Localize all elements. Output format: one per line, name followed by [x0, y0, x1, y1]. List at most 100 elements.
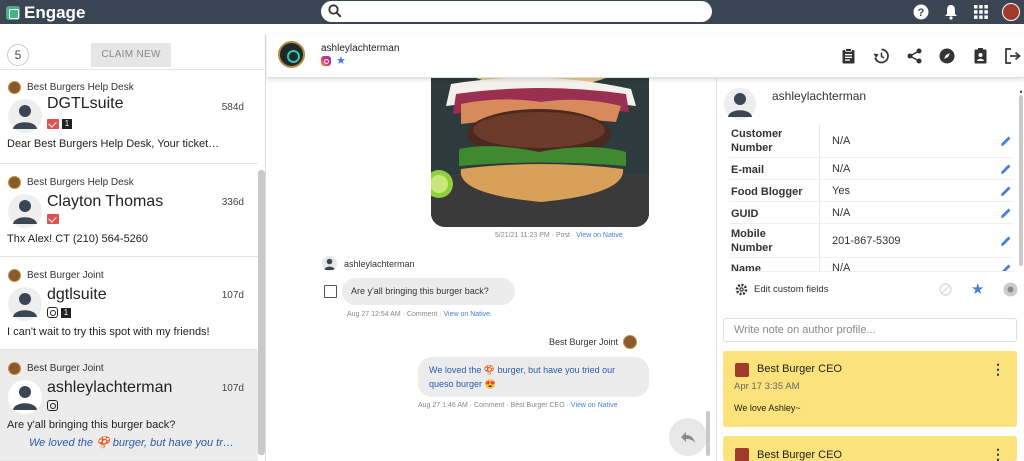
- person-avatar-icon: [8, 194, 42, 228]
- edit-pencil-icon[interactable]: [1000, 263, 1012, 272]
- post-meta: 5/21/21 11:23 PM · Post · View on Native: [495, 232, 623, 239]
- search-input[interactable]: [321, 1, 712, 22]
- post-meta-text: 5/21/21 11:23 PM · Post ·: [495, 232, 577, 239]
- profile-field-email: E-mail N/A: [729, 158, 1014, 180]
- clipboard-icon[interactable]: [839, 47, 857, 65]
- note-more-icon[interactable]: ⋮: [991, 361, 1005, 378]
- profile-settings-avatar-icon[interactable]: [1003, 282, 1018, 297]
- conversation-name: dgtlsuite: [47, 286, 107, 303]
- field-label: Mobile Number: [731, 228, 773, 254]
- brand-logo-icon: [8, 362, 21, 375]
- compass-icon[interactable]: [938, 47, 956, 65]
- note-author: Best Burger CEO: [757, 363, 842, 375]
- conversation-preview: Thx Alex! CT (210) 564-5260: [7, 233, 149, 245]
- history-icon[interactable]: [872, 47, 890, 65]
- author-avatar[interactable]: [278, 41, 305, 68]
- brand-name: Best Burger Joint: [27, 363, 104, 374]
- person-avatar-icon: [8, 380, 42, 414]
- select-comment-checkbox[interactable]: [324, 285, 337, 298]
- notifications-bell-icon[interactable]: [942, 3, 960, 21]
- conversation-item[interactable]: Best Burger Joint dgtlsuite 107d 1 I can…: [0, 257, 258, 350]
- comment-meta-text: Aug 27 12:54 AM · Comment ·: [347, 311, 444, 318]
- reply-arrow-icon: [681, 432, 695, 443]
- field-value: N/A: [832, 135, 851, 147]
- thread-scrollbar[interactable]: [706, 411, 710, 456]
- reply-meta: Aug 27 1:46 AM · Comment · Best Burger C…: [418, 402, 617, 409]
- author-name[interactable]: ashleylachterman: [321, 43, 399, 54]
- help-icon[interactable]: ?: [912, 3, 930, 21]
- edit-pencil-icon[interactable]: [1000, 235, 1012, 247]
- edit-custom-fields-label: Edit custom fields: [754, 284, 829, 295]
- comment-author-name: ashleylachterman: [344, 258, 415, 269]
- conversation-age: 107d: [221, 383, 244, 394]
- queue-count-badge: 5: [7, 44, 29, 66]
- author-note-input[interactable]: Write note on author profile...: [723, 318, 1017, 342]
- block-icon[interactable]: [939, 283, 952, 296]
- engage-logo-icon: [6, 6, 20, 20]
- instagram-icon: [47, 400, 58, 411]
- conversation-item[interactable]: Best Burgers Help Desk Clayton Thomas 33…: [0, 164, 258, 257]
- brand-logo-icon: [8, 269, 21, 282]
- edit-pencil-icon[interactable]: [1000, 135, 1012, 147]
- edit-pencil-icon[interactable]: [1000, 207, 1012, 219]
- conversation-preview: Dear Best Burgers Help Desk, Your ticket…: [7, 138, 220, 150]
- person-avatar-icon: [322, 256, 337, 271]
- note-author-avatar: [735, 448, 749, 461]
- share-icon[interactable]: [905, 47, 923, 65]
- apps-grid-icon[interactable]: [972, 3, 990, 21]
- brand-row: Best Burger Joint: [8, 269, 104, 282]
- field-value: N/A: [832, 163, 851, 175]
- profile-field-customer-number: Customer Number N/A: [729, 124, 1014, 158]
- note-author-avatar: [735, 363, 749, 377]
- reply-brand-name: Best Burger Joint: [549, 337, 619, 347]
- conversation-item[interactable]: Best Burgers Help Desk DGTLsuite 584d 1 …: [0, 71, 258, 164]
- reply-bubble: We loved the 🍄 burger, but have you trie…: [418, 357, 649, 397]
- conversation-age: 336d: [221, 197, 244, 208]
- conversation-name: Clayton Thomas: [47, 193, 164, 210]
- profile-field-food-blogger: Food Blogger Yes: [729, 180, 1014, 202]
- reply-button[interactable]: [669, 418, 707, 456]
- comment-meta: Aug 27 12:54 AM · Comment · View on Nati…: [347, 311, 490, 318]
- field-value: 201-867-5309: [832, 235, 901, 247]
- contact-card-icon[interactable]: [971, 47, 989, 65]
- message-count-badge: 1: [62, 119, 72, 129]
- search-icon: [328, 4, 342, 18]
- profile-scrollbar[interactable]: [1019, 96, 1023, 266]
- person-avatar-icon: [724, 88, 756, 120]
- instagram-icon: [321, 56, 331, 66]
- message-count-badge: 1: [61, 307, 71, 318]
- brand-logo-icon: [8, 176, 21, 189]
- gear-icon: [735, 283, 748, 296]
- note-text: We love Ashley~: [734, 403, 801, 413]
- post-view-native-link[interactable]: View on Native: [576, 232, 623, 239]
- brand-logo-icon: [623, 335, 638, 349]
- instagram-icon: [47, 307, 58, 318]
- app-name: Engage: [24, 3, 86, 22]
- star-icon: ★: [336, 55, 346, 67]
- conversation-queue: 5 CLAIM NEW Best Burgers Help Desk DGTLs…: [0, 34, 266, 461]
- edit-pencil-icon[interactable]: [1000, 163, 1012, 175]
- brand-name: Best Burgers Help Desk: [27, 177, 134, 188]
- brand-row: Best Burgers Help Desk: [8, 81, 134, 94]
- reply-view-native-link[interactable]: View on Native: [571, 402, 618, 409]
- app-logo[interactable]: Engage: [6, 3, 85, 23]
- exit-icon[interactable]: [1004, 47, 1022, 65]
- conversation-age: 584d: [221, 102, 244, 113]
- conversation-preview: I can't wait to try this spot with my fr…: [7, 326, 210, 338]
- edit-custom-fields-button[interactable]: Edit custom fields: [735, 283, 828, 296]
- comment-author-row: ashleylachterman: [322, 256, 415, 271]
- svg-text:?: ?: [918, 7, 925, 19]
- claim-new-button[interactable]: CLAIM NEW: [91, 43, 171, 67]
- profile-field-guid: GUID N/A: [729, 202, 1014, 224]
- user-avatar[interactable]: [1002, 3, 1020, 21]
- comment-view-native-link[interactable]: View on Native: [444, 311, 491, 318]
- profile-name: ashleylachterman: [772, 89, 867, 103]
- favorite-star-icon[interactable]: ★: [971, 280, 984, 298]
- field-label: GUID: [731, 208, 759, 220]
- conversation-item-selected[interactable]: Best Burger Joint ashleylachterman 107d …: [0, 350, 258, 461]
- note-more-icon[interactable]: ⋮: [991, 446, 1005, 461]
- field-value: N/A: [832, 262, 851, 272]
- brand-row: Best Burgers Help Desk: [8, 176, 134, 189]
- edit-pencil-icon[interactable]: [1000, 185, 1012, 197]
- queue-scrollbar[interactable]: [258, 170, 265, 455]
